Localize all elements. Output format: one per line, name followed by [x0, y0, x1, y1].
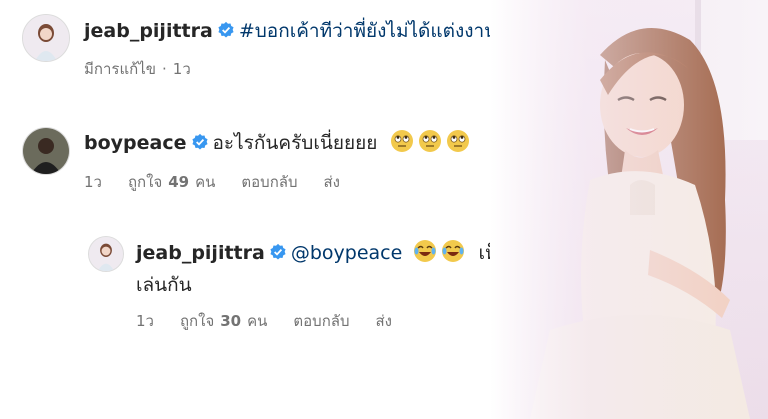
comment-username[interactable]: boypeace: [84, 132, 187, 154]
likes-label: ถูกใจ: [127, 173, 163, 191]
verified-badge-icon: [217, 21, 235, 43]
reply-line: jeab_pijittra@boypeace เห็นเค้า: [136, 238, 540, 268]
comment-avatar[interactable]: [22, 127, 70, 175]
reply-mention[interactable]: @boypeace: [291, 242, 402, 264]
reply-likes[interactable]: ถูกใจ 30 คน: [180, 312, 267, 330]
caption-line: jeab_pijittra #บอกเค้าทีว่าพี่ยังไม่ได้แต…: [84, 16, 497, 46]
caption-meta: มีการแก้ไข · 1ว: [84, 57, 217, 81]
comment-text: อะไรกันครับเนี่ยยยย: [212, 132, 378, 154]
verified-badge-icon: [191, 133, 209, 155]
reply-time: 1ว: [136, 312, 154, 330]
face-with-tears-of-joy-icon: [441, 239, 465, 267]
likes-label: ถูกใจ: [179, 312, 215, 330]
likes-unit: คน: [247, 312, 268, 330]
comment-send-button[interactable]: ส่ง: [324, 173, 340, 191]
reply-meta: 1ว ถูกใจ 30 คน ตอบกลับ ส่ง: [136, 309, 418, 333]
reply-reply-button[interactable]: ตอบกลับ: [293, 312, 349, 330]
caption-time: 1ว: [172, 60, 191, 78]
woman-photo: [490, 0, 768, 419]
face-with-rolling-eyes-icon: [390, 129, 414, 157]
caption-avatar[interactable]: [22, 14, 70, 62]
verified-badge-icon: [269, 243, 287, 265]
face-with-tears-of-joy-icon: [413, 239, 437, 267]
caption-hashtag[interactable]: #บอกเค้าทีว่าพี่ยังไม่ได้แต่งงาน: [239, 20, 497, 42]
likes-unit: คน: [195, 173, 216, 191]
likes-count: 30: [220, 312, 242, 330]
edited-label: มีการแก้ไข: [84, 60, 156, 78]
comment-line: boypeace อะไรกันครับเนี่ยยยย: [84, 128, 470, 158]
comment-likes[interactable]: ถูกใจ 49 คน: [128, 173, 215, 191]
comment-reply-button[interactable]: ตอบกลับ: [241, 173, 297, 191]
comment-time: 1ว: [84, 173, 102, 191]
comment-meta: 1ว ถูกใจ 49 คน ตอบกลับ ส่ง: [84, 170, 366, 194]
caption-username[interactable]: jeab_pijittra: [84, 20, 213, 42]
separator-dot: ·: [162, 60, 167, 78]
reply-username[interactable]: jeab_pijittra: [136, 242, 265, 264]
reply-avatar[interactable]: [88, 236, 124, 272]
face-with-rolling-eyes-icon: [418, 129, 442, 157]
reply-text-line2: เล่นกัน: [136, 274, 192, 296]
likes-count: 49: [168, 173, 190, 191]
reply-send-button[interactable]: ส่ง: [376, 312, 392, 330]
face-with-rolling-eyes-icon: [446, 129, 470, 157]
